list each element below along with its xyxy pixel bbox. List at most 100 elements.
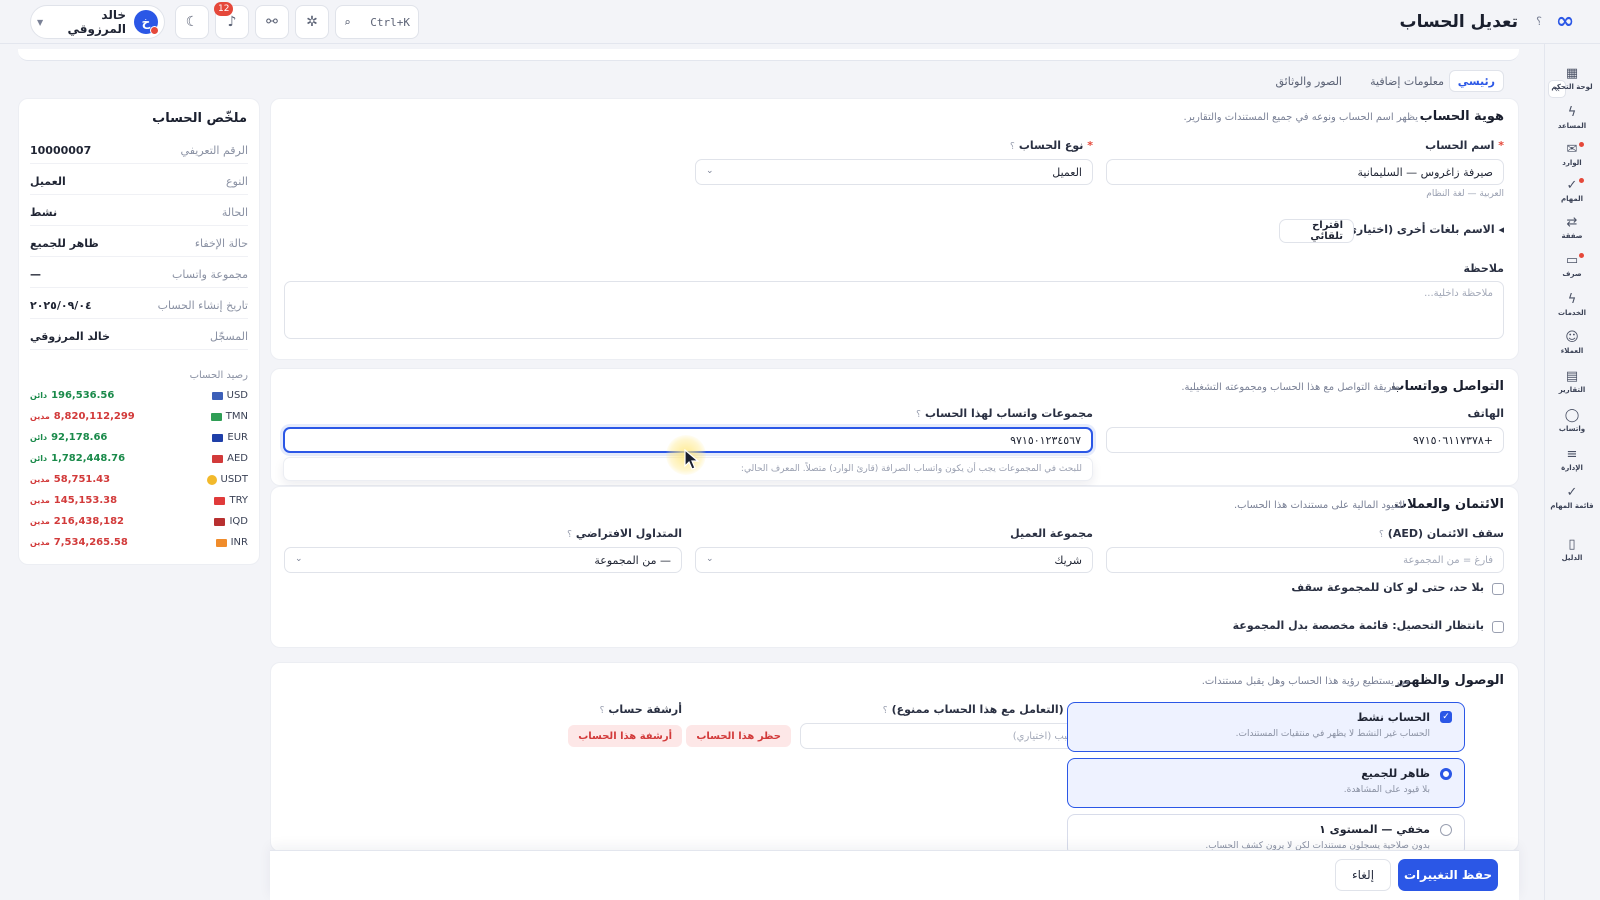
credit-card: الائتمان والعملات القيود المالية على مست… [270,486,1519,648]
balance-row: 92,178.66دائن EUR [30,432,248,450]
visibility-public-desc: بلا قيود على المشاهدة. [1343,785,1430,795]
rail-label: التقارير [1558,386,1586,394]
note-textarea[interactable]: ملاحظة داخلية... [284,281,1504,339]
customer-group-label: مجموعة العميل [1010,527,1093,540]
balance-amount: 8,820,112,299مدين [30,411,135,422]
balance-currency: IQD [214,516,248,527]
tab-strip [18,49,1519,61]
balance-value: 58,751.43 [53,474,111,485]
access-subtitle: من يستطيع رؤية هذا الحساب وهل يقبل مستند… [1201,676,1410,687]
rail-icon: ☺ [1565,330,1579,345]
link-icon[interactable]: ⚯ [255,5,289,39]
rail-icon: ϟ [1567,292,1577,307]
archive-account-button[interactable]: أرشفة هذا الحساب [568,725,682,747]
balance-value: 196,536.56 [51,390,115,401]
balance-amount: 216,438,182مدين [30,516,124,527]
customer-group-select[interactable]: شريك ⌄ [695,547,1093,573]
rail-item-3[interactable]: ✓ المهام [1544,178,1600,203]
rail-item-12[interactable]: ▯ الدليل [1544,538,1600,563]
tab-main[interactable]: رئيسي [1448,70,1504,92]
active-desc: الحساب غير النشط لا يظهر في منتقيات المس… [1235,729,1430,739]
currency-flag-icon [206,474,217,485]
summary-value: خالد المرزوقي [30,330,110,343]
brand-logo-icon[interactable]: ∞ [1548,9,1582,34]
summary-row: الرقم التعريفي 10000007 [30,144,248,164]
rail-item-10[interactable]: ≡ الإدارة [1544,447,1600,473]
save-button[interactable]: حفظ التغييرات [1398,859,1498,891]
rail-item-9[interactable]: ◯ واتساب [1544,409,1600,434]
summary-key: الحالة [221,206,248,219]
rail-item-6[interactable]: ϟ الخدمات [1544,292,1600,318]
mouse-cursor-icon [684,449,700,470]
visibility-public-card[interactable]: ظاهر للجميع بلا قيود على المشاهدة. [1067,758,1465,808]
balance-row: 196,536.56دائن USD [30,390,248,408]
help-icon[interactable]: ؟ [1536,15,1542,28]
rail-item-1[interactable]: ϟ المساعد [1544,106,1600,131]
rail-item-2[interactable]: ✉ الوارد [1544,142,1600,167]
block-label: حظر (التعامل مع هذا الحساب ممنوع)؟ [882,703,1093,716]
balance-value: 8,820,112,299 [53,411,135,422]
credit-limit-label: سقف الائتمان (AED)؟ [1379,527,1504,540]
visibility-hidden-radio[interactable] [1440,824,1452,836]
visibility-public-radio[interactable] [1440,768,1452,780]
search-button[interactable]: Ctrl+K ⌕ [335,5,419,39]
account-name-input[interactable]: صيرفة زاغروس — السليمانية [1106,159,1504,185]
rail-icon: ✓ [1566,178,1578,193]
notifications-button[interactable]: ♪ 12 [214,2,249,39]
balance-currency: EUR [212,432,248,443]
user-menu[interactable]: خ خالد المرزوقي ▼ [30,5,165,39]
tab-additional-info[interactable]: معلومات إضافية [1362,70,1452,92]
rail-item-11[interactable]: ✓ قائمة المهام [1544,486,1600,511]
pending-collection-checkbox[interactable] [1492,621,1504,633]
auto-suggest-button[interactable]: اقتراح تلقائي [1279,219,1354,243]
cancel-button[interactable]: إلغاء [1335,859,1391,891]
balance-amount: 58,751.43مدين [30,474,110,485]
rail-icon: ▦ [1565,66,1579,81]
summary-row: النوع العميل [30,175,248,195]
chevron-down-icon: ⌄ [706,554,714,564]
balance-row: 1,782,448.76دائن AED [30,453,248,471]
top-bar: ∞ تعديل الحساب ؟ Ctrl+K ⌕ ✲ ⚯ ♪ 12 ☾ خ خ… [0,0,1600,44]
bug-report-icon[interactable]: ✲ [295,5,329,39]
balance-tag: دائن [30,391,48,400]
no-limit-checkbox[interactable] [1492,583,1504,595]
account-type-select[interactable]: العميل ⌄ [695,159,1093,185]
summary-key: مجموعة واتساب [172,268,248,281]
rail-item-0[interactable]: ▦ لوحة التحكم [1544,66,1600,92]
default-currency-select[interactable]: — من المجموعة ⌄ [284,547,682,573]
tab-images-docs[interactable]: الصور والوثائق [1268,70,1351,92]
rail-item-4[interactable]: ⇄ صفقة [1544,216,1600,241]
block-account-button[interactable]: حظر هذا الحساب [686,725,791,747]
rail-notification-dot [1579,253,1584,258]
account-name-label: * اسم الحساب [1425,139,1504,152]
rail-icon: ▤ [1565,369,1579,384]
currency-flag-icon [214,517,226,526]
dark-mode-toggle[interactable]: ☾ [175,5,209,39]
account-type-value: العميل [1052,165,1082,179]
other-languages-toggle[interactable]: ◂ الاسم بلغات أخرى (اختياري) [1342,223,1504,236]
currency-flag-icon [212,454,224,463]
rail-item-7[interactable]: ☺ العملاء [1544,330,1600,356]
phone-input[interactable]: +٩٧١٥٠٦١١٧٣٧٨ [1106,427,1504,453]
rail-item-8[interactable]: ▤ التقارير [1544,369,1600,395]
no-limit-label: بلا حد، حتى لو كان للمجموعة سقف [1291,581,1484,594]
balance-row: 216,438,182مدين IQD [30,516,248,534]
balance-tag: مدين [30,496,50,505]
block-reason-input[interactable]: السبب (اختياري) [800,723,1093,749]
credit-limit-input[interactable]: فارغ = من المجموعة [1106,547,1504,573]
balance-amount: 1,782,448.76دائن [30,453,125,464]
summary-key: الرقم التعريفي [180,144,248,157]
rail-icon: ≡ [1566,447,1578,462]
rail-item-5[interactable]: ▭ صرف [1544,253,1600,278]
summary-value: العميل [30,175,66,188]
active-checkbox[interactable]: ✓ [1440,711,1452,723]
default-currency-label: المتداول الافتراضي؟ [567,527,682,540]
rail-label: صرف [1562,270,1582,278]
balance-tag: دائن [30,433,48,442]
active-option-card[interactable]: ✓ الحساب نشط الحساب غير النشط لا يظهر في… [1067,702,1465,752]
avatar: خ [134,10,159,35]
summary-key: حالة الإخفاء [194,237,248,250]
footer-bar: حفظ التغييرات إلغاء [270,850,1519,900]
chevron-down-icon: ⌄ [706,166,714,176]
currency-flag-icon [210,412,222,421]
